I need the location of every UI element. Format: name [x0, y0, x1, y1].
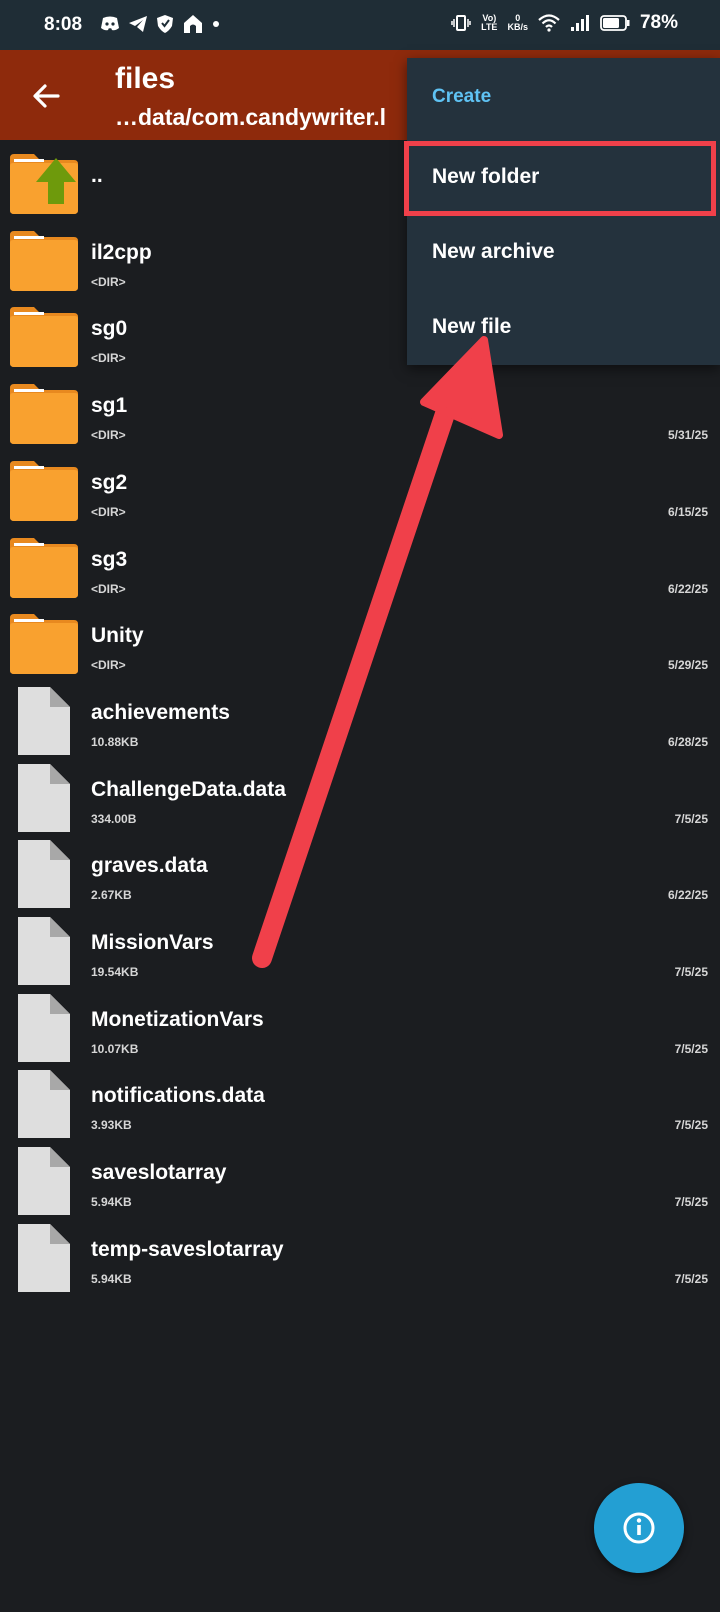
system-icons: Vo) LTE 0 KB/s 78% [451, 12, 678, 34]
item-name: ChallengeData.data [91, 777, 286, 801]
file-row[interactable]: ChallengeData.data 334.00B 7/5/25 [0, 758, 720, 837]
item-name: achievements [91, 700, 230, 724]
page-title: files [115, 62, 176, 95]
battery-icon [600, 15, 630, 31]
status-bar: 8:08 Vo) LTE 0 KB/s 78% [0, 0, 720, 50]
wifi-icon [538, 14, 560, 32]
folder-row[interactable]: sg3 <DIR> 6/22/25 [0, 528, 720, 607]
item-size: 10.07KB [91, 1041, 139, 1056]
item-size: 19.54KB [91, 965, 139, 979]
item-size: 5.94KB [91, 1195, 132, 1210]
item-name: MonetizationVars [91, 1007, 264, 1031]
item-size: <DIR> [91, 274, 126, 289]
file-row[interactable]: MissionVars 19.54KB 7/5/25 [0, 911, 720, 990]
menu-header: Create [432, 86, 492, 107]
home-icon [184, 15, 202, 33]
network-speed: 0 KB/s [507, 13, 528, 32]
item-size: 334.00B [91, 811, 137, 826]
folder-row[interactable]: Unity <DIR> 5/29/25 [0, 604, 720, 683]
status-time: 8:08 [44, 14, 83, 35]
item-size: <DIR> [91, 504, 126, 519]
telegram-icon [129, 16, 147, 32]
item-name: Unity [91, 624, 144, 648]
folder-icon [10, 614, 78, 675]
folder-row[interactable]: sg1 <DIR> 5/31/25 [0, 374, 720, 453]
vibrate-icon [451, 15, 471, 31]
item-name: sg2 [91, 470, 128, 494]
folder-icon [10, 460, 78, 521]
notification-icons [100, 14, 220, 34]
menu-item-label: New file [432, 315, 512, 338]
file-row[interactable]: temp-saveslotarray 5.94KB 7/5/25 [0, 1218, 720, 1297]
discord-icon [101, 16, 119, 31]
menu-item-new-file[interactable]: New file [407, 291, 720, 366]
item-date: 6/28/25 [667, 734, 708, 749]
item-date: 6/22/25 [667, 888, 708, 903]
file-icon [18, 1147, 70, 1216]
item-name: il2cpp [91, 240, 152, 264]
item-size: 5.94KB [91, 1271, 132, 1286]
battery-percent: 78% [639, 12, 678, 33]
file-icon [18, 686, 70, 755]
item-date: 6/15/25 [667, 504, 708, 519]
file-row[interactable]: achievements 10.88KB 6/28/25 [0, 681, 720, 760]
folder-icon [10, 230, 78, 291]
item-size: <DIR> [91, 658, 126, 673]
folder-row[interactable]: sg2 <DIR> 6/15/25 [0, 451, 720, 530]
folder-icon [10, 307, 78, 368]
item-name: sg3 [91, 547, 128, 571]
current-path: …data/com.candywriter.l [115, 104, 386, 130]
item-name: temp-saveslotarray [91, 1237, 284, 1261]
folder-icon [10, 384, 78, 445]
item-size: <DIR> [91, 351, 126, 366]
file-row[interactable]: saveslotarray 5.94KB 7/5/25 [0, 1141, 720, 1220]
item-name: MissionVars [91, 931, 214, 954]
arrow-left-icon[interactable] [28, 78, 64, 114]
file-row[interactable]: MonetizationVars 10.07KB 7/5/25 [0, 988, 720, 1067]
file-icon [18, 917, 70, 985]
item-size: 10.88KB [91, 734, 139, 749]
file-icon [18, 1223, 70, 1292]
item-name: notifications.data [91, 1084, 265, 1108]
item-date: 7/5/25 [674, 1195, 708, 1210]
item-size: 2.67KB [91, 888, 132, 903]
item-name: sg1 [91, 394, 128, 418]
item-name: sg0 [91, 317, 128, 341]
folder-icon [10, 537, 78, 598]
info-icon [623, 1512, 655, 1544]
file-icon [18, 840, 70, 909]
item-size: <DIR> [91, 581, 126, 596]
file-icon [18, 993, 70, 1062]
item-date: 7/5/25 [674, 811, 708, 826]
item-date: 7/5/25 [674, 965, 708, 979]
item-date: 7/5/25 [674, 1041, 708, 1056]
annotation-highlight-box [404, 141, 716, 216]
item-size: <DIR> [91, 428, 126, 443]
dot-icon [213, 21, 219, 27]
menu-item-label: New archive [432, 240, 555, 263]
volte-indicator: Vo) LTE [481, 13, 498, 32]
item-date: 7/5/25 [674, 1271, 708, 1286]
file-icon [18, 1070, 70, 1139]
item-date: 5/29/25 [667, 658, 708, 673]
shield-icon [157, 15, 173, 33]
info-fab[interactable] [594, 1483, 684, 1573]
item-date: 5/31/25 [667, 428, 708, 443]
file-icon [18, 763, 70, 832]
folder-up-icon [10, 154, 78, 214]
item-size: 3.93KB [91, 1118, 132, 1133]
menu-item-new-archive[interactable]: New archive [407, 216, 720, 291]
file-row[interactable]: notifications.data 3.93KB 7/5/25 [0, 1064, 720, 1143]
item-name: saveslotarray [91, 1161, 227, 1185]
item-date: 7/5/25 [674, 1118, 708, 1133]
signal-icon [570, 15, 589, 31]
item-name: .. [91, 164, 103, 187]
item-name: graves.data [91, 854, 208, 878]
item-date: 6/22/25 [667, 581, 708, 596]
file-row[interactable]: graves.data 2.67KB 6/22/25 [0, 834, 720, 913]
